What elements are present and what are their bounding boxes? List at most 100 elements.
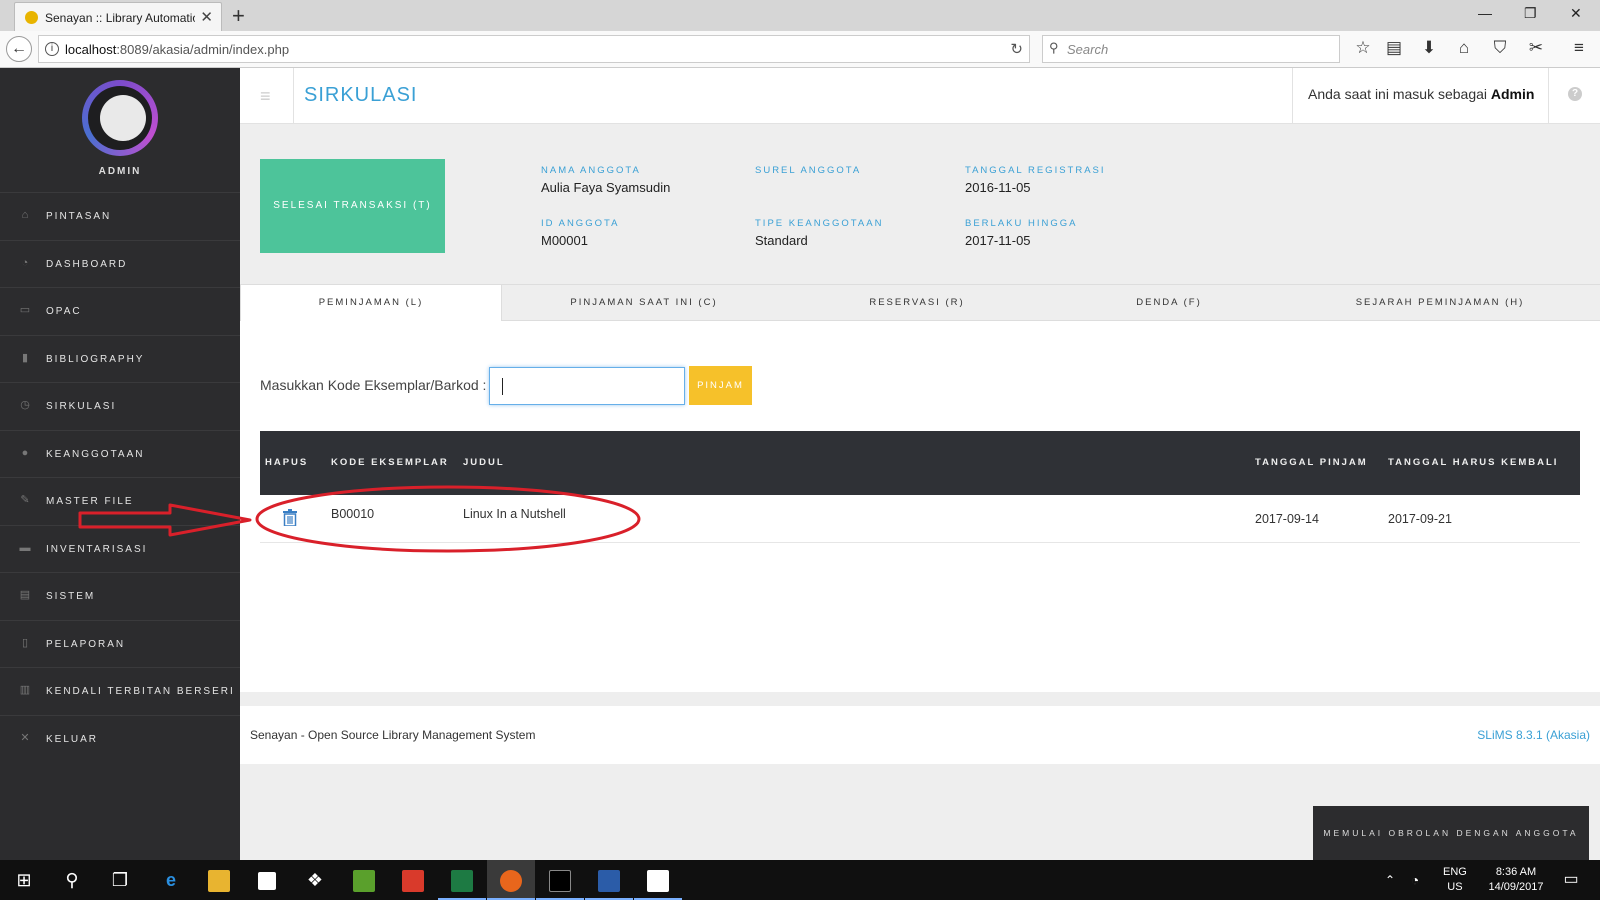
item-title: Linux In a Nutshell: [463, 507, 566, 521]
sidebar-item-kendali-terbitan-berseri[interactable]: ▥ KENDALI TERBITAN BERSERI: [0, 667, 240, 715]
new-tab-icon[interactable]: +: [232, 3, 245, 29]
file-explorer-icon[interactable]: [195, 860, 243, 900]
home-icon[interactable]: ⌂: [1453, 38, 1475, 58]
sidebar-item-label: DASHBOARD: [46, 258, 128, 270]
browser-tab-bar: Senayan :: Library Automation ✕ + — ❐ ✕: [0, 0, 1600, 31]
start-chat-button[interactable]: MEMULAI OBROLAN DENGAN ANGGOTA: [1313, 806, 1589, 860]
pinjam-button[interactable]: PINJAM: [689, 366, 752, 405]
sidebar-item-pelaporan[interactable]: ▯ PELAPORAN: [0, 619, 240, 668]
tab-peminjaman[interactable]: PEMINJAMAN (L): [240, 285, 502, 322]
search-icon[interactable]: ⚲: [48, 860, 96, 900]
tab-sejarah-peminjaman[interactable]: SEJARAH PEMINJAMAN (H): [1290, 285, 1590, 321]
due-date: 2017-09-21: [1388, 512, 1452, 526]
terminal-icon[interactable]: [536, 860, 584, 900]
windows-start-icon[interactable]: ⊞: [0, 860, 48, 900]
pocket-icon[interactable]: ⛉: [1489, 38, 1511, 58]
firefox-icon[interactable]: [487, 860, 535, 900]
search-input[interactable]: Search: [1067, 42, 1108, 57]
sidebar-item-opac[interactable]: ▭ OPAC: [0, 287, 240, 335]
language-indicator[interactable]: ENG US: [1443, 865, 1467, 895]
bookmark-icon: ▮: [21, 351, 29, 364]
sidebar-item-label: BIBLIOGRAPHY: [46, 353, 145, 365]
sidebar-item-label: PELAPORAN: [46, 638, 126, 650]
tray-chevron-icon[interactable]: ⌃: [1380, 860, 1400, 900]
finish-transaction-button[interactable]: SELESAI TRANSAKSI (T): [260, 159, 445, 253]
browser-search-box[interactable]: ⚲ Search: [1042, 35, 1340, 63]
address-bar[interactable]: i localhost:8089/akasia/admin/index.php …: [38, 35, 1030, 63]
briefcase-icon: ▬: [19, 541, 31, 554]
user-icon: ●: [21, 446, 29, 459]
close-tab-icon[interactable]: ✕: [200, 8, 213, 26]
sidebar-item-label: KENDALI TERBITAN BERSERI: [46, 686, 235, 697]
edge-icon[interactable]: e: [147, 860, 195, 900]
sidebar-item-inventarisasi[interactable]: ▬ INVENTARISASI: [0, 524, 240, 573]
tab-denda[interactable]: DENDA (F): [1048, 285, 1290, 321]
wifi-icon[interactable]: ◔: [1405, 860, 1425, 900]
sidebar: ADMIN ⌂ PINTASAN ◔ DASHBOARD ▭ OPAC ▮ BIBLIOGRA…: [0, 68, 240, 860]
favicon-icon: [25, 11, 38, 24]
sidebar-item-bibliography[interactable]: ▮ BIBLIOGRAPHY: [0, 334, 240, 383]
membership-type: Standard: [755, 233, 808, 248]
circulation-tabs: PEMINJAMAN (L) PINJAMAN SAAT INI (C) RES…: [240, 284, 1600, 322]
trash-icon[interactable]: [283, 509, 297, 526]
excel-icon[interactable]: [438, 860, 486, 900]
sidebar-item-label: SISTEM: [46, 591, 96, 602]
info-icon[interactable]: i: [45, 42, 59, 56]
column-header: TANGGAL PINJAM: [1255, 457, 1368, 468]
photos-icon[interactable]: [634, 860, 682, 900]
star-icon[interactable]: ☆: [1352, 38, 1374, 58]
footer-text: Senayan - Open Source Library Management…: [250, 728, 536, 742]
sidebar-item-master-file[interactable]: ✎ MASTER FILE: [0, 477, 240, 525]
tab-pinjaman-saat-ini[interactable]: PINJAMAN SAAT INI (C): [502, 285, 786, 321]
menu-icon[interactable]: ≡: [1568, 38, 1590, 58]
extension-icon[interactable]: ✂: [1525, 38, 1547, 58]
help-icon[interactable]: ?: [1568, 87, 1582, 101]
word-icon[interactable]: [585, 860, 633, 900]
tab-reservasi[interactable]: RESERVASI (R): [786, 285, 1048, 321]
item-code: B00010: [331, 507, 375, 521]
reading-list-icon[interactable]: ▤: [1383, 38, 1405, 58]
url-text: localhost:8089/akasia/admin/index.php: [65, 42, 290, 57]
page-title: SIRKULASI: [304, 84, 418, 106]
column-header: TANGGAL HARUS KEMBALI: [1388, 457, 1559, 468]
sidebar-item-sistem[interactable]: ▤ SISTEM: [0, 572, 240, 620]
table-header: HAPUS KODE EKSEMPLAR JUDUL TANGGAL PINJA…: [260, 431, 1580, 495]
browser-tab[interactable]: Senayan :: Library Automation ✕: [14, 2, 222, 31]
loan-table: HAPUS KODE EKSEMPLAR JUDUL TANGGAL PINJA…: [260, 431, 1580, 543]
hamburger-icon[interactable]: ≡: [260, 86, 271, 107]
tab-title: Senayan :: Library Automation: [45, 11, 195, 25]
version-link[interactable]: SLiMS 8.3.1 (Akasia): [1477, 728, 1590, 742]
dashboard-icon: ◔: [21, 256, 29, 269]
reload-icon[interactable]: ↻: [1010, 40, 1023, 58]
sidebar-item-keluar[interactable]: ✕ KELUAR: [0, 714, 240, 763]
task-view-icon[interactable]: ❐: [96, 860, 144, 900]
back-arrow-icon[interactable]: ←: [6, 36, 32, 62]
window-close-icon[interactable]: ✕: [1570, 5, 1582, 22]
dropbox-icon[interactable]: ❖: [291, 860, 339, 900]
membership-type-label: TIPE KEANGGOTAAN: [755, 218, 884, 229]
minimize-icon[interactable]: —: [1478, 5, 1492, 21]
sidebar-item-pintasan[interactable]: ⌂ PINTASAN: [0, 192, 240, 240]
download-icon[interactable]: ⬇: [1418, 38, 1440, 58]
taskbar: ⊞ ⚲ ❐ e ❖ ⌃ ◔ ENG US 8:36 AM 14/09/2017 ▭: [0, 860, 1600, 900]
barcode-input[interactable]: [489, 367, 685, 405]
notification-icon[interactable]: ▭: [1556, 860, 1586, 900]
restore-icon[interactable]: ❐: [1524, 5, 1537, 22]
sidebar-item-sirkulasi[interactable]: ◷ SIRKULASI: [0, 382, 240, 430]
member-name: Aulia Faya Syamsudin: [541, 180, 671, 195]
member-name-label: NAMA ANGGOTA: [541, 165, 641, 176]
loan-date: 2017-09-14: [1255, 512, 1319, 526]
member-id-label: ID ANGGOTA: [541, 218, 620, 229]
document-icon: ▯: [21, 636, 29, 649]
sidebar-item-label: OPAC: [46, 306, 82, 317]
loan-panel: Masukkan Kode Eksemplar/Barkod : PINJAM …: [240, 321, 1600, 692]
wps-icon[interactable]: [389, 860, 437, 900]
table-row: B00010 Linux In a Nutshell 2017-09-14 20…: [260, 495, 1580, 543]
monitor-icon: ▭: [19, 304, 31, 316]
member-id: M00001: [541, 233, 588, 248]
sidebar-item-dashboard[interactable]: ◔ DASHBOARD: [0, 239, 240, 288]
store-icon[interactable]: [243, 860, 291, 900]
evernote-icon[interactable]: [340, 860, 388, 900]
sidebar-item-keanggotaan[interactable]: ● KEANGGOTAAN: [0, 429, 240, 478]
clock[interactable]: 8:36 AM 14/09/2017: [1476, 865, 1556, 895]
